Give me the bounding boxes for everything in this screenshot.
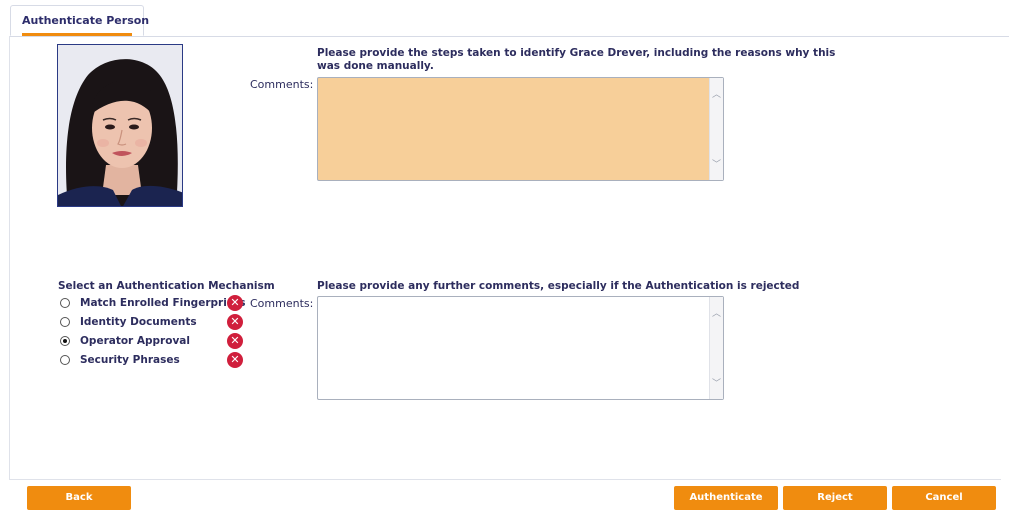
scroll-up-icon[interactable]: ︿ (712, 309, 721, 319)
scroll-down-icon[interactable]: ﹀ (712, 379, 721, 389)
scroll-down-icon[interactable]: ﹀ (712, 160, 721, 170)
radio-button[interactable] (60, 355, 70, 365)
reject-button[interactable]: Reject (783, 486, 887, 510)
authenticate-button[interactable]: Authenticate (674, 486, 778, 510)
radio-button[interactable] (60, 298, 70, 308)
scroll-up-icon[interactable]: ︿ (712, 90, 721, 100)
radio-button-selected[interactable] (60, 336, 70, 346)
option-security-phrases[interactable]: Security Phrases ✕ (60, 352, 250, 369)
further-comments-scrollbar[interactable]: ︿ ﹀ (709, 297, 723, 399)
option-identity-documents[interactable]: Identity Documents ✕ (60, 314, 250, 331)
x-circle-icon: ✕ (227, 352, 243, 368)
mechanism-title: Select an Authentication Mechanism (58, 280, 275, 292)
option-label: Match Enrolled Fingerprints (80, 297, 246, 309)
manual-instruction-line2: was done manually. (317, 60, 434, 72)
manual-comments-label: Comments: (250, 78, 314, 91)
tab-authenticate-person[interactable]: Authenticate Person (10, 5, 149, 36)
further-instruction: Please provide any further comments, esp… (317, 280, 800, 292)
back-button[interactable]: Back (27, 486, 131, 510)
tab-bar (10, 0, 1009, 37)
manual-comments-textarea[interactable]: ︿ ﹀ (317, 77, 724, 181)
x-circle-icon: ✕ (227, 314, 243, 330)
tab-label: Authenticate Person (22, 14, 150, 27)
x-circle-icon: ✕ (227, 295, 243, 311)
option-label: Identity Documents (80, 316, 197, 328)
further-comments-textarea[interactable]: ︿ ﹀ (317, 296, 724, 400)
option-match-enrolled-fingerprints[interactable]: Match Enrolled Fingerprints ✕ (60, 295, 250, 312)
further-comments-label: Comments: (250, 297, 314, 310)
option-label: Security Phrases (80, 354, 180, 366)
active-tab-indicator (22, 33, 132, 36)
x-circle-icon: ✕ (227, 333, 243, 349)
option-label: Operator Approval (80, 335, 190, 347)
footer-divider (9, 479, 1001, 480)
radio-button[interactable] (60, 317, 70, 327)
manual-instruction-line1: Please provide the steps taken to identi… (317, 47, 836, 59)
person-photo (57, 44, 183, 207)
option-operator-approval[interactable]: Operator Approval ✕ (60, 333, 250, 350)
cancel-button[interactable]: Cancel (892, 486, 996, 510)
manual-comments-scrollbar[interactable]: ︿ ﹀ (709, 78, 723, 180)
panel-left-border (9, 36, 10, 479)
